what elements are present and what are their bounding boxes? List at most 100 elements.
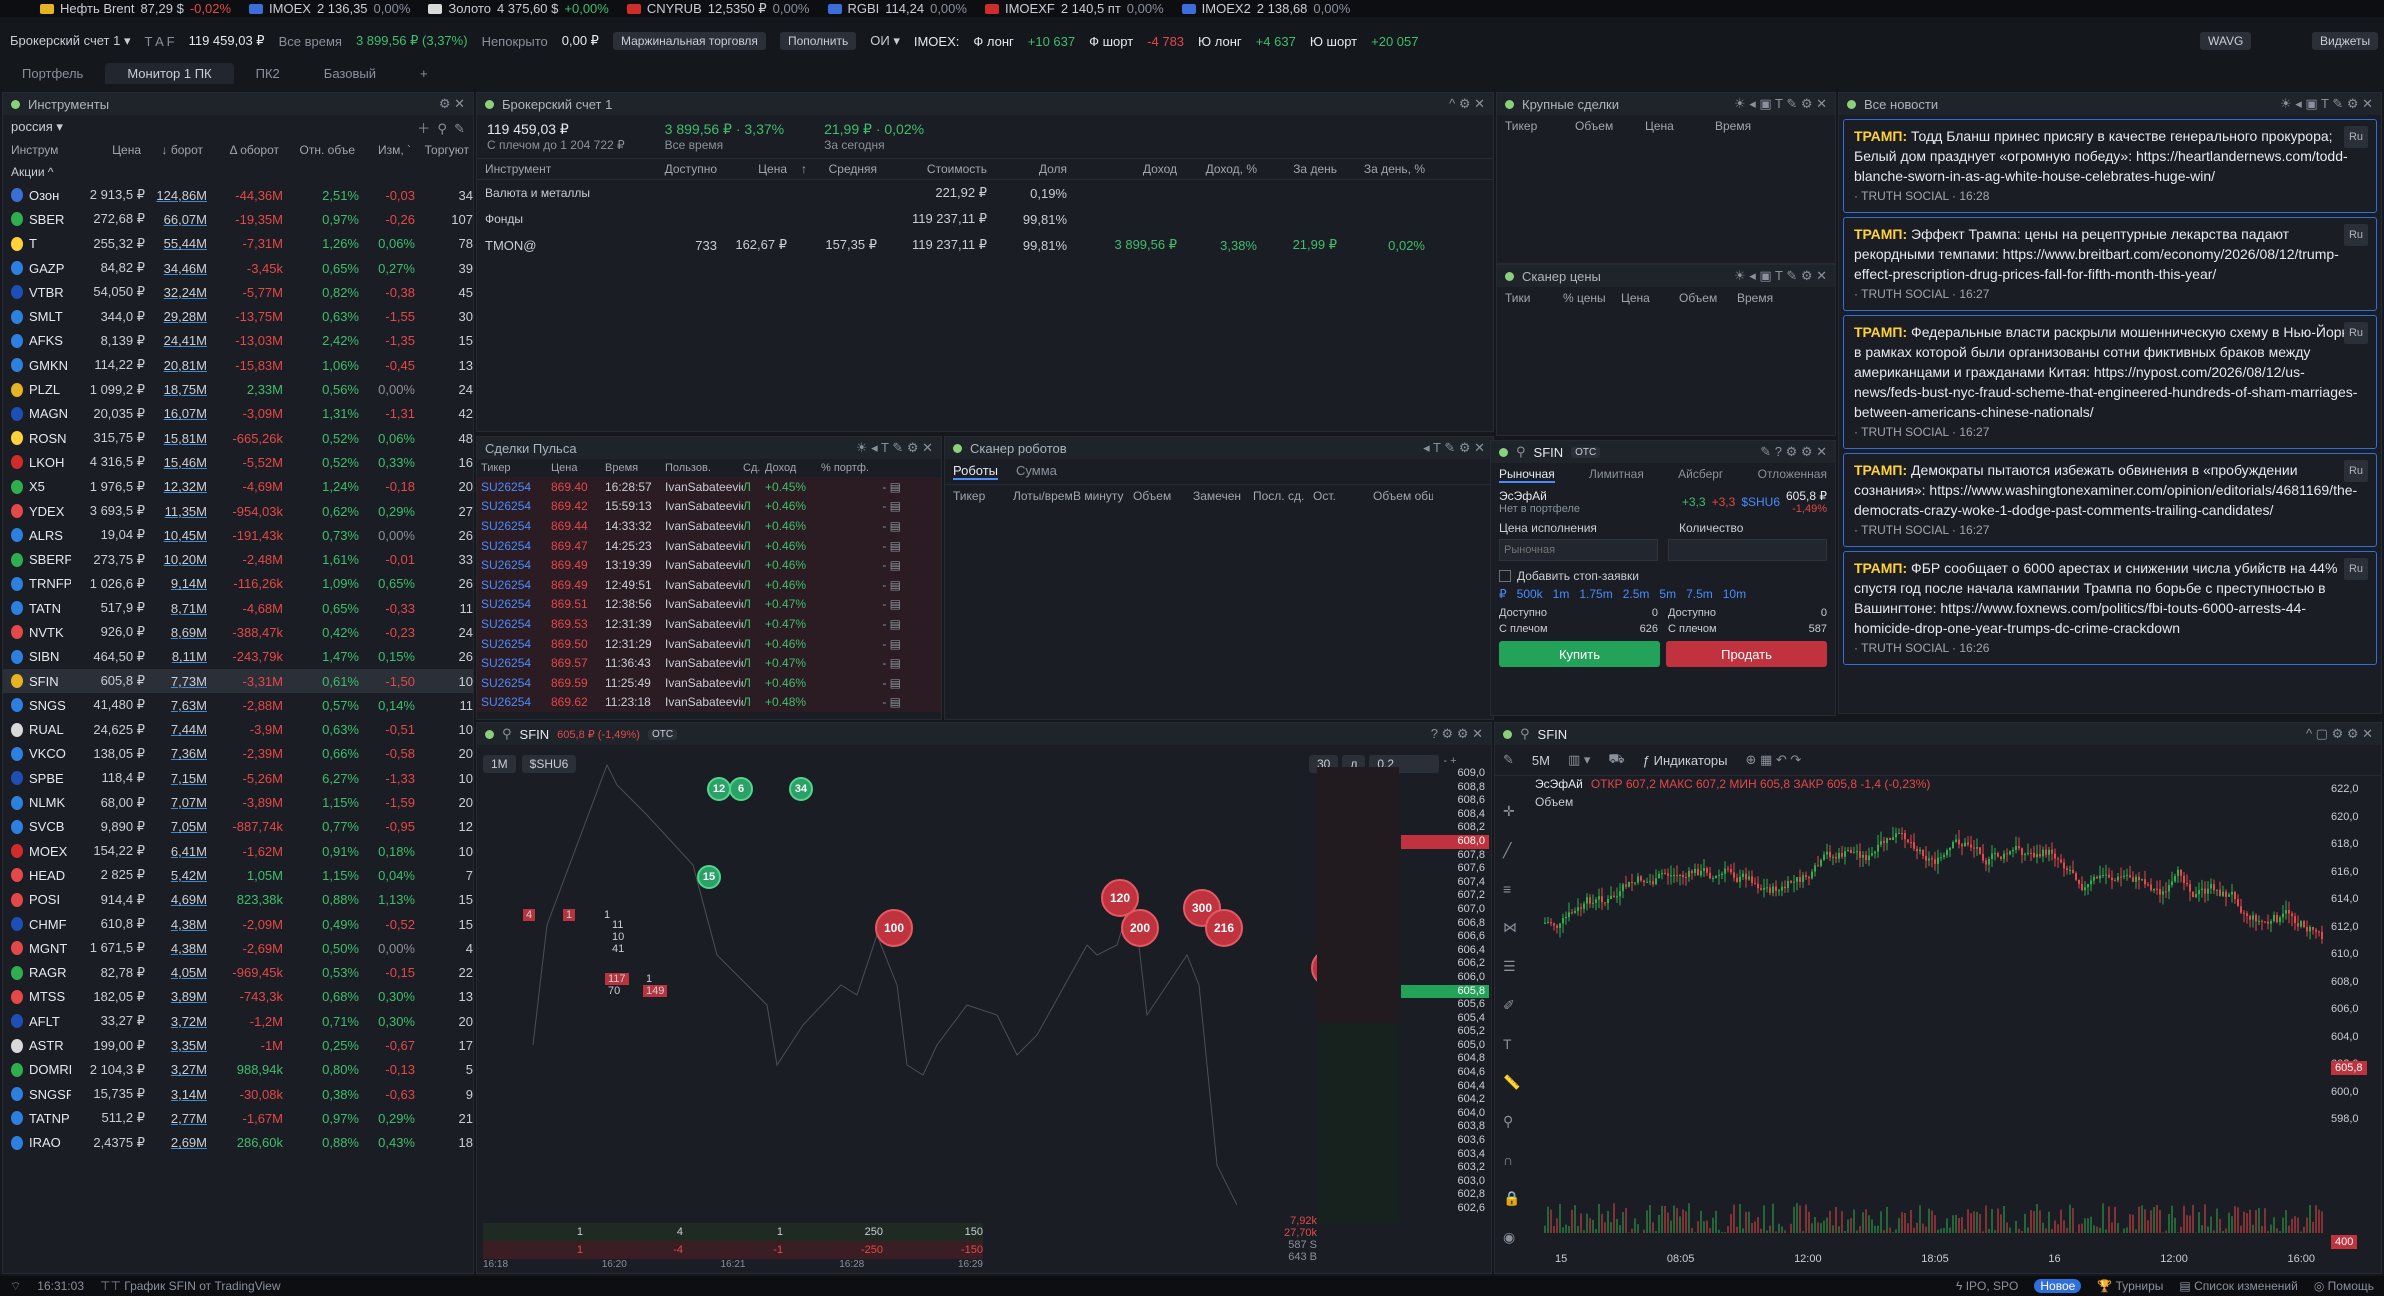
pulse-row[interactable]: SU26254 869.42 15:59:13 IvanSabateevic Л +0.4… — [477, 496, 941, 517]
link-dot-icon[interactable] — [485, 729, 494, 739]
table-row[interactable]: ROSN 315,75 ₽ 15,81M -665,26k 0,52% 0,06% 48 — [3, 426, 473, 450]
table-row[interactable]: X5 1 976,5 ₽ 12,32M -4,69M 1,24% -0,18 20 — [3, 475, 473, 499]
price-level[interactable]: 605,0 — [1401, 1039, 1489, 1053]
link-dot-icon[interactable] — [953, 443, 962, 453]
wavg-badge[interactable]: WAVG — [2200, 32, 2252, 50]
help-link[interactable]: ◎ Помощь — [2314, 1279, 2374, 1293]
table-row[interactable]: MGNT 1 671,5 ₽ 4,38M -2,69M 0,50% 0,00% 4 — [3, 936, 473, 960]
table-row[interactable]: AFKS 8,139 ₽ 24,41M -13,03M 2,42% -1,35 15 — [3, 329, 473, 353]
pulse-row[interactable]: SU26254 869.44 14:33:32 IvanSabateevic Л +0.4… — [477, 516, 941, 536]
panel-tools-icon[interactable]: ☀ ◂ ▣ T ✎ ⚙ ✕ — [2280, 96, 2373, 112]
ticker-item[interactable]: IMOEX2 2 138,68 0,00% — [1181, 1, 1350, 16]
price-level[interactable]: 602,8 — [1401, 1188, 1489, 1202]
preset-7[interactable]: 10m — [1723, 587, 1746, 601]
tab-3[interactable]: Базовый — [302, 63, 398, 84]
price-level[interactable]: 605,2 — [1401, 1025, 1489, 1039]
copy-icon[interactable]: - ▤ — [821, 695, 901, 709]
order-tab-1[interactable]: Лимитная — [1589, 467, 1644, 483]
chart-ticker[interactable]: SFIN — [1538, 727, 1568, 742]
search-icon[interactable]: ⚲ — [1520, 726, 1530, 742]
pulse-row[interactable]: SU26254 869.49 13:19:39 IvanSabateevic Л +0.4… — [477, 555, 941, 575]
price-level[interactable]: 607,4 — [1401, 876, 1489, 890]
section-stocks[interactable]: Акции ^ — [3, 161, 473, 183]
tab-4[interactable]: + — [398, 63, 450, 84]
trade-bubble[interactable]: 216 — [1205, 909, 1243, 947]
tab-robots[interactable]: Роботы — [953, 463, 999, 480]
portfolio-row[interactable]: Валюта и металлы 221,92 ₽ 0,19% — [477, 180, 1493, 206]
account-select[interactable]: Брокерский счет 1 ▾ — [10, 33, 130, 49]
price-level[interactable]: 608,0 — [1401, 834, 1489, 849]
table-row[interactable]: PLZL 1 099,2 ₽ 18,75M 2,33M 0,56% 0,00% 24 — [3, 377, 473, 401]
price-level[interactable]: 606,2 — [1401, 957, 1489, 971]
trade-bubble[interactable]: 200 — [1121, 909, 1159, 947]
brush-icon[interactable]: ✐ — [1503, 997, 1523, 1014]
order-tab-0[interactable]: Рыночная — [1499, 467, 1555, 483]
pulse-row[interactable]: SU26254 869.62 11:23:18 IvanSabateevic Л +0.4… — [477, 692, 941, 713]
copy-icon[interactable]: - ▤ — [821, 558, 901, 572]
settings-icon[interactable]: ⚙ ✕ — [439, 96, 465, 112]
price-level[interactable]: 603,4 — [1401, 1148, 1489, 1162]
oi-select[interactable]: ОИ ▾ — [870, 33, 900, 49]
news-item[interactable]: Ru ТРАМП: Демократы пытаются избежать обв… — [1843, 453, 2377, 547]
ruler-icon[interactable]: 📏 — [1503, 1074, 1523, 1091]
table-row[interactable]: MTSS 182,05 ₽ 3,89M -743,3k 0,68% 0,30% 13 — [3, 985, 473, 1009]
price-level[interactable]: 606,0 — [1401, 971, 1489, 985]
search-icon[interactable]: ⚲ — [1516, 444, 1526, 460]
price-level[interactable]: 608,6 — [1401, 794, 1489, 808]
copy-icon[interactable]: - ▤ — [821, 578, 901, 592]
table-row[interactable]: AFLT 33,27 ₽ 3,72M -1,2M 0,71% 0,30% 20 — [3, 1009, 473, 1033]
search-icon[interactable]: ⚲ — [502, 726, 512, 742]
preset-4[interactable]: 2.5m — [1623, 587, 1650, 601]
price-level[interactable]: 606,6 — [1401, 930, 1489, 944]
tab-sum[interactable]: Сумма — [1016, 463, 1057, 480]
table-row[interactable]: MAGN 20,035 ₽ 16,07M -3,09M 1,31% -1,31 42 — [3, 402, 473, 426]
pulse-row[interactable]: SU26254 869.47 14:25:23 IvanSabateevic Л +0.4… — [477, 535, 941, 556]
panel-tools-icon[interactable]: ☀ ◂ T ✎ ⚙ ✕ — [856, 440, 933, 456]
buy-button[interactable]: Купить — [1499, 641, 1660, 667]
copy-icon[interactable]: - ▤ — [821, 656, 901, 670]
price-level[interactable]: 604,6 — [1401, 1066, 1489, 1080]
news-item[interactable]: Ru ТРАМП: Федеральные власти раскрыли мош… — [1843, 315, 2377, 449]
tv-link[interactable]: ⊤⊤ График SFIN от TradingView — [100, 1279, 281, 1293]
topup-button[interactable]: Пополнить — [779, 32, 857, 50]
panel-tools-icon[interactable]: ◂ T ✎ ⚙ ✕ — [1423, 440, 1485, 456]
table-row[interactable]: TATN 517,9 ₽ 8,71M -4,68M 0,65% -0,33 11 — [3, 596, 473, 620]
table-row[interactable]: SNGS 41,480 ₽ 7,63M -2,88M 0,57% 0,14% 11 — [3, 693, 473, 717]
panel-tools-icon[interactable]: ☀ ◂ ▣ T ✎ ⚙ ✕ — [1734, 268, 1827, 284]
stop-checkbox[interactable] — [1499, 570, 1511, 582]
pulse-row[interactable]: SU26254 869.50 12:31:29 IvanSabateevic Л +0.4… — [477, 633, 941, 654]
copy-icon[interactable]: - ▤ — [821, 539, 901, 553]
mode-switch[interactable]: T A F — [144, 34, 174, 49]
table-row[interactable]: GAZP 84,82 ₽ 34,46M -3,45k 0,65% 0,27% 39 — [3, 256, 473, 280]
table-row[interactable]: HEAD 2 825 ₽ 5,42M 1,05M 1,15% 0,04% 7 — [3, 863, 473, 887]
price-level[interactable]: 604,2 — [1401, 1093, 1489, 1107]
ticker-item[interactable]: CNYRUB 12,5350 ₽ 0,00% — [626, 1, 810, 17]
pulse-row[interactable]: SU26254 869.51 12:38:56 IvanSabateevic Л +0.4… — [477, 594, 941, 615]
qty-input[interactable] — [1668, 539, 1827, 561]
order-symbol[interactable]: $SHU6 — [1741, 495, 1780, 509]
pulse-row[interactable]: SU26254 869.57 11:36:43 IvanSabateevic Л +0.4… — [477, 653, 941, 673]
changes-link[interactable]: ▤ Список изменений — [2179, 1279, 2297, 1293]
table-row[interactable]: RAGR 82,78 ₽ 4,05M -969,45k 0,53% -0,15 22 — [3, 961, 473, 985]
text-icon[interactable]: T — [1503, 1036, 1523, 1052]
preset-1[interactable]: 500k — [1517, 587, 1543, 601]
table-row[interactable]: SPBE 118,4 ₽ 7,15M -5,26M 6,27% -1,33 10 — [3, 766, 473, 790]
table-row[interactable]: DOMRF 2 104,3 ₽ 3,27M 988,94k 0,80% -0,13 5 — [3, 1058, 473, 1082]
pulse-row[interactable]: SU26254 869.40 16:28:57 IvanSabateevic Л +0.4… — [477, 477, 941, 497]
price-level[interactable]: 604,0 — [1401, 1107, 1489, 1121]
link-dot-icon[interactable] — [485, 99, 494, 109]
copy-icon[interactable]: - ▤ — [821, 597, 901, 611]
tab-2[interactable]: ПК2 — [234, 63, 302, 84]
eye-icon[interactable]: ◉ — [1503, 1229, 1523, 1246]
exec-price-input[interactable] — [1499, 539, 1659, 561]
table-row[interactable]: YDEX 3 693,5 ₽ 11,35M -954,03k 0,62% 0,29% 27 — [3, 499, 473, 523]
link-dot-icon[interactable] — [1847, 99, 1856, 109]
table-row[interactable]: TRNFP 1 026,6 ₽ 9,14M -116,26k 1,09% 0,65% 26 — [3, 572, 473, 596]
pulse-row[interactable]: SU26254 869.53 12:31:39 IvanSabateevic Л +0.4… — [477, 614, 941, 634]
price-level[interactable]: 607,8 — [1401, 849, 1489, 863]
preset-3[interactable]: 1.75m — [1579, 587, 1612, 601]
table-row[interactable]: VKCO 138,05 ₽ 7,36M -2,39M 0,66% -0,58 20 — [3, 742, 473, 766]
price-level[interactable]: 607,0 — [1401, 903, 1489, 917]
table-row[interactable]: SVCB 9,890 ₽ 7,05M -887,74k 0,77% -0,95 12 — [3, 815, 473, 839]
copy-icon[interactable]: - ▤ — [821, 519, 901, 533]
